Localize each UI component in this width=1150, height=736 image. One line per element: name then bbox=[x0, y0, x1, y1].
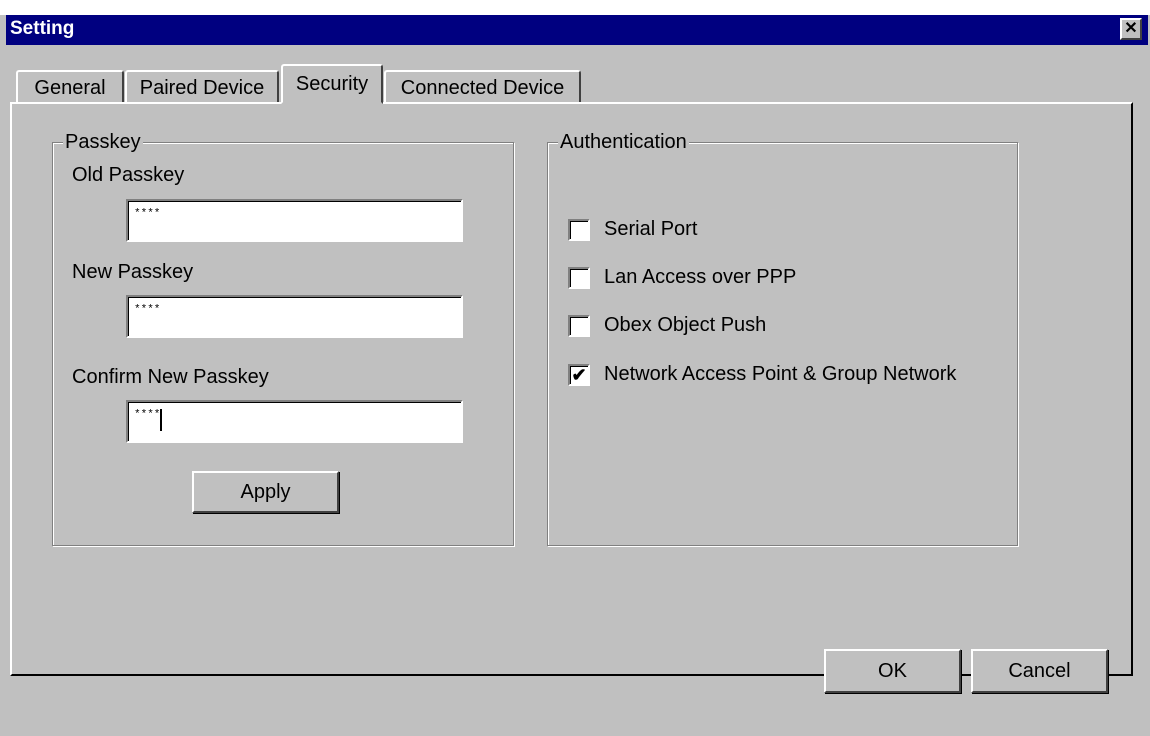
obex-object-push-label: Obex Object Push bbox=[604, 314, 767, 336]
old-passkey-input[interactable]: **** bbox=[126, 199, 463, 242]
old-passkey-value: **** bbox=[134, 208, 161, 220]
settings-dialog: Setting ✕ General Paired Device Security… bbox=[0, 15, 1150, 736]
authentication-groupbox: Authentication bbox=[547, 131, 1018, 546]
obex-object-push-checkbox-row[interactable]: Obex Object Push bbox=[568, 314, 766, 337]
network-access-point-checkbox[interactable]: ✔ bbox=[568, 363, 590, 386]
serial-port-checkbox-row[interactable]: Serial Port bbox=[568, 218, 697, 241]
apply-button[interactable]: Apply bbox=[192, 471, 339, 513]
new-passkey-label: New Passkey bbox=[72, 261, 194, 283]
confirm-passkey-input[interactable]: **** bbox=[126, 400, 463, 443]
lan-access-label: Lan Access over PPP bbox=[604, 266, 797, 288]
panel-content: Passkey Old Passkey **** New Passkey ***… bbox=[0, 15, 1150, 736]
cancel-button[interactable]: Cancel bbox=[971, 649, 1108, 693]
ok-button[interactable]: OK bbox=[824, 649, 961, 693]
lan-access-checkbox-row[interactable]: Lan Access over PPP bbox=[568, 266, 796, 289]
new-passkey-input[interactable]: **** bbox=[126, 295, 463, 338]
ok-button-label: OK bbox=[878, 659, 907, 682]
lan-access-checkbox[interactable] bbox=[568, 266, 590, 289]
cancel-button-label: Cancel bbox=[1008, 659, 1071, 682]
serial-port-checkbox[interactable] bbox=[568, 218, 590, 241]
text-caret bbox=[160, 409, 163, 431]
authentication-group-label: Authentication bbox=[558, 131, 689, 154]
obex-object-push-checkbox[interactable] bbox=[568, 314, 590, 337]
confirm-passkey-label: Confirm New Passkey bbox=[72, 366, 269, 388]
network-access-point-checkbox-row[interactable]: ✔ Network Access Point & Group Network bbox=[568, 363, 956, 386]
network-access-point-label: Network Access Point & Group Network bbox=[604, 363, 957, 385]
old-passkey-label: Old Passkey bbox=[72, 164, 185, 186]
passkey-group-label: Passkey bbox=[63, 131, 143, 154]
new-passkey-value: **** bbox=[134, 304, 161, 316]
serial-port-label: Serial Port bbox=[604, 218, 698, 240]
apply-button-label: Apply bbox=[240, 480, 291, 503]
check-icon: ✔ bbox=[571, 364, 587, 385]
confirm-passkey-value: **** bbox=[134, 409, 161, 421]
